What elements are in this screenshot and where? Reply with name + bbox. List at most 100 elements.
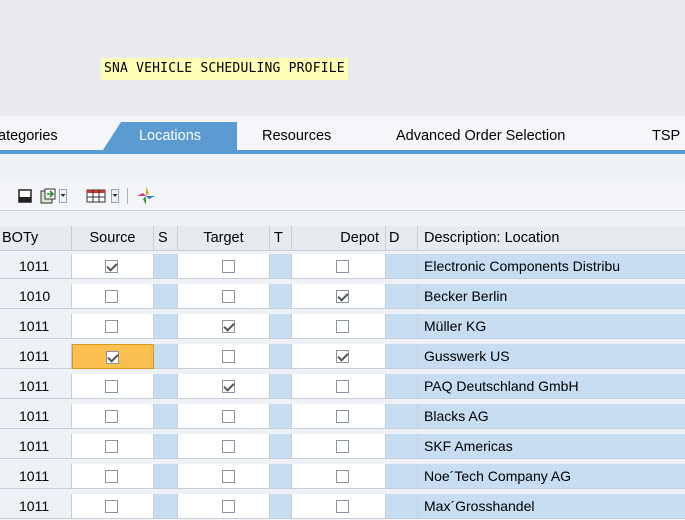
cell-target[interactable] — [178, 374, 270, 399]
table-row[interactable]: 1011 Noe´Tech Company AG — [0, 464, 685, 490]
cell-depot[interactable] — [292, 284, 386, 309]
cell-depot[interactable] — [292, 464, 386, 489]
col-header-d[interactable]: D — [386, 226, 418, 251]
source-checkbox[interactable] — [105, 380, 118, 393]
col-header-t[interactable]: T — [270, 226, 292, 251]
tab-advanced-order-selection[interactable]: Advanced Order Selection — [396, 122, 565, 150]
cell-d — [386, 464, 418, 489]
cell-d — [386, 344, 418, 369]
table-row[interactable]: 1011 SKF Americas — [0, 434, 685, 460]
cell-s — [154, 374, 178, 399]
cell-target[interactable] — [178, 494, 270, 519]
col-header-source[interactable]: Source — [72, 226, 154, 251]
cell-target[interactable] — [178, 254, 270, 279]
cell-source[interactable] — [72, 314, 154, 339]
tab-categories[interactable]: ategories — [0, 122, 58, 150]
depot-checkbox[interactable] — [336, 350, 349, 363]
export-icon[interactable] — [38, 185, 58, 207]
cell-depot[interactable] — [292, 374, 386, 399]
target-checkbox[interactable] — [222, 350, 235, 363]
cell-d — [386, 404, 418, 429]
table-row[interactable]: 1011 Gusswerk US — [0, 344, 685, 370]
cell-depot[interactable] — [292, 254, 386, 279]
target-checkbox[interactable] — [222, 410, 235, 423]
col-header-target[interactable]: Target — [178, 226, 270, 251]
depot-checkbox[interactable] — [336, 410, 349, 423]
table-row[interactable]: 1011 Müller KG — [0, 314, 685, 340]
cell-description: Max´Grosshandel — [418, 494, 685, 519]
cell-t — [270, 464, 292, 489]
source-checkbox[interactable] — [105, 500, 118, 513]
layout-grid-icon[interactable] — [84, 185, 108, 207]
depot-checkbox[interactable] — [336, 500, 349, 513]
target-checkbox[interactable] — [222, 320, 235, 333]
cell-source[interactable] — [72, 464, 154, 489]
source-checkbox[interactable] — [105, 470, 118, 483]
target-checkbox[interactable] — [222, 500, 235, 513]
table-row[interactable]: 1010 Becker Berlin — [0, 284, 685, 310]
cell-depot[interactable] — [292, 434, 386, 459]
settings-wizard-icon[interactable] — [134, 185, 158, 207]
depot-checkbox[interactable] — [336, 380, 349, 393]
cell-description: Müller KG — [418, 314, 685, 339]
col-header-s[interactable]: S — [154, 226, 178, 251]
tab-tsp[interactable]: TSP — [652, 122, 680, 150]
cell-source[interactable] — [72, 284, 154, 309]
cell-boty: 1011 — [0, 314, 72, 339]
source-checkbox[interactable] — [105, 260, 118, 273]
layout-dropdown-arrow-icon[interactable] — [110, 185, 120, 207]
target-checkbox[interactable] — [222, 380, 235, 393]
depot-checkbox[interactable] — [336, 470, 349, 483]
cell-source[interactable] — [72, 434, 154, 459]
cell-source[interactable] — [72, 494, 154, 519]
target-checkbox[interactable] — [222, 290, 235, 303]
cell-target[interactable] — [178, 464, 270, 489]
cell-t — [270, 344, 292, 369]
source-checkbox[interactable] — [105, 440, 118, 453]
cell-t — [270, 314, 292, 339]
cell-s — [154, 494, 178, 519]
new-document-icon[interactable] — [14, 185, 36, 207]
cell-target[interactable] — [178, 314, 270, 339]
table-toolbar — [0, 182, 685, 211]
table-row[interactable]: 1011 PAQ Deutschland GmbH — [0, 374, 685, 400]
cell-depot[interactable] — [292, 404, 386, 429]
cell-source[interactable] — [72, 254, 154, 279]
cell-boty: 1011 — [0, 464, 72, 489]
export-dropdown-arrow-icon[interactable] — [58, 185, 68, 207]
cell-depot[interactable] — [292, 314, 386, 339]
source-checkbox[interactable] — [105, 320, 118, 333]
source-checkbox[interactable] — [105, 410, 118, 423]
cell-description: SKF Americas — [418, 434, 685, 459]
cell-depot[interactable] — [292, 344, 386, 369]
source-checkbox[interactable] — [105, 290, 118, 303]
cell-depot[interactable] — [292, 494, 386, 519]
cell-target[interactable] — [178, 284, 270, 309]
depot-checkbox[interactable] — [336, 440, 349, 453]
col-header-boty[interactable]: BOTy — [0, 226, 72, 251]
depot-checkbox[interactable] — [336, 290, 349, 303]
target-checkbox[interactable] — [222, 440, 235, 453]
cell-boty: 1011 — [0, 434, 72, 459]
cell-source[interactable] — [72, 374, 154, 399]
table-row[interactable]: 1011 Max´Grosshandel — [0, 494, 685, 520]
tab-locations[interactable]: Locations — [103, 122, 237, 150]
target-checkbox[interactable] — [222, 470, 235, 483]
table-row[interactable]: 1011 Blacks AG — [0, 404, 685, 430]
source-checkbox[interactable] — [106, 351, 119, 364]
cell-target[interactable] — [178, 404, 270, 429]
cell-source[interactable] — [72, 404, 154, 429]
depot-checkbox[interactable] — [336, 260, 349, 273]
cell-source[interactable] — [72, 344, 154, 369]
cell-target[interactable] — [178, 434, 270, 459]
col-header-depot[interactable]: Depot — [292, 226, 386, 251]
cell-target[interactable] — [178, 344, 270, 369]
tab-resources[interactable]: Resources — [262, 122, 331, 150]
col-header-description[interactable]: Description: Location — [418, 226, 685, 251]
depot-checkbox[interactable] — [336, 320, 349, 333]
table-row[interactable]: 1011 Electronic Components Distribu — [0, 254, 685, 280]
cell-d — [386, 314, 418, 339]
target-checkbox[interactable] — [222, 260, 235, 273]
cell-boty: 1011 — [0, 344, 72, 369]
cell-description: Gusswerk US — [418, 344, 685, 369]
